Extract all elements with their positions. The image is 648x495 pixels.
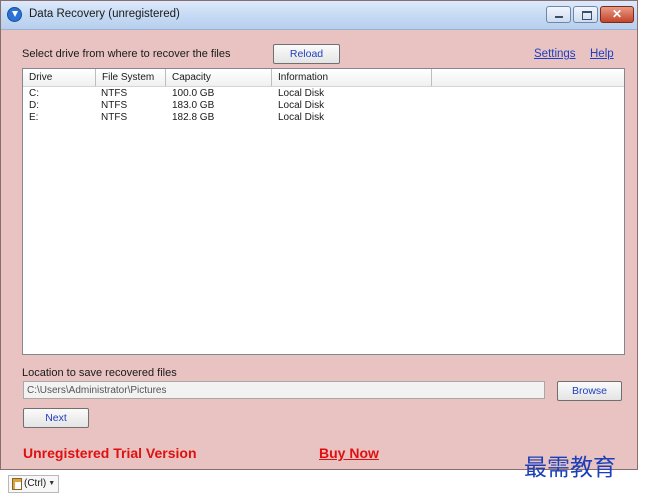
reload-button[interactable]: Reload — [273, 44, 340, 64]
column-header-drive[interactable]: Drive — [23, 69, 96, 86]
save-path-input[interactable] — [23, 381, 545, 399]
window-title: Data Recovery (unregistered) — [29, 8, 180, 20]
drive-row[interactable]: D: NTFS 183.0 GB Local Disk — [23, 100, 624, 112]
column-header-file-system[interactable]: File System — [96, 69, 166, 86]
select-drive-label: Select drive from where to recover the f… — [22, 48, 231, 60]
capacity: 182.8 GB — [172, 112, 215, 123]
paste-options-button[interactable]: (Ctrl) ▼ — [8, 475, 60, 493]
close-icon: ✕ — [611, 7, 623, 21]
trial-version-text: Unregistered Trial Version — [23, 445, 197, 461]
screen: Data Recovery (unregistered) ✕ Select dr… — [0, 0, 648, 495]
column-header-information[interactable]: Information — [272, 69, 432, 86]
paste-shortcut-label: (Ctrl) — [24, 478, 47, 489]
drive-row[interactable]: C: NTFS 100.0 GB Local Disk — [23, 88, 624, 100]
close-button[interactable]: ✕ — [600, 6, 634, 23]
clipboard-icon — [12, 478, 22, 490]
column-header-capacity[interactable]: Capacity — [166, 69, 272, 86]
drive-letter: C: — [29, 88, 39, 99]
minimize-icon — [555, 16, 563, 18]
file-system: NTFS — [101, 88, 128, 99]
app-logo-icon — [7, 7, 22, 22]
browse-button[interactable]: Browse — [557, 381, 622, 401]
watermark-text: 最需教育 — [524, 455, 616, 481]
information: Local Disk — [278, 112, 325, 123]
file-system: NTFS — [101, 100, 128, 111]
chevron-down-icon: ▼ — [48, 480, 56, 487]
capacity: 100.0 GB — [172, 88, 215, 99]
file-system: NTFS — [101, 112, 128, 123]
drive-list-header: Drive File System Capacity Information — [23, 69, 624, 87]
minimize-button[interactable] — [546, 6, 571, 23]
settings-link[interactable]: Settings — [534, 48, 576, 60]
information: Local Disk — [278, 100, 325, 111]
save-location-label: Location to save recovered files — [22, 367, 177, 379]
information: Local Disk — [278, 88, 325, 99]
drive-letter: D: — [29, 100, 39, 111]
capacity: 183.0 GB — [172, 100, 215, 111]
drive-letter: E: — [29, 112, 39, 123]
next-button[interactable]: Next — [23, 408, 89, 428]
title-bar[interactable]: Data Recovery (unregistered) ✕ — [1, 1, 637, 30]
data-recovery-window: Data Recovery (unregistered) ✕ Select dr… — [0, 0, 638, 470]
buy-now-link[interactable]: Buy Now — [319, 445, 379, 461]
maximize-button[interactable] — [573, 6, 598, 23]
help-link[interactable]: Help — [590, 48, 614, 60]
maximize-icon — [582, 11, 592, 20]
drive-list[interactable]: Drive File System Capacity Information C… — [22, 68, 625, 355]
drive-row[interactable]: E: NTFS 182.8 GB Local Disk — [23, 112, 624, 124]
